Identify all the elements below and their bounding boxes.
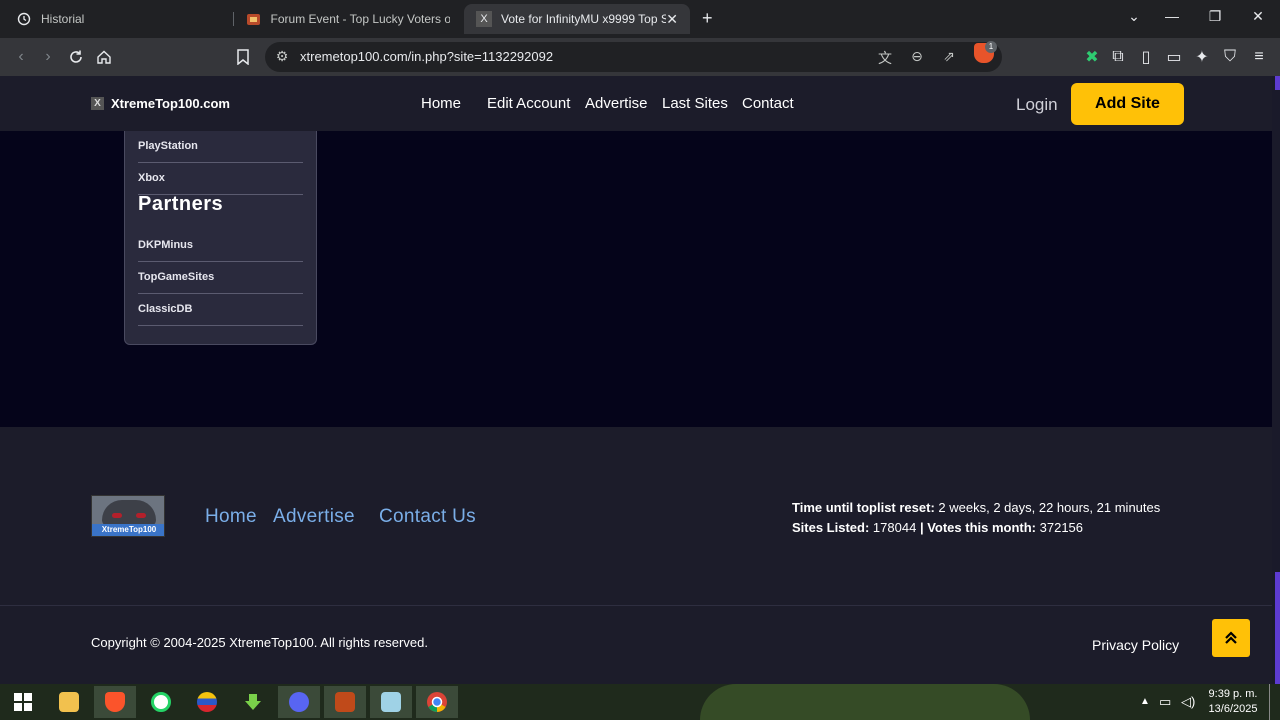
download-manager-icon[interactable]: [232, 686, 274, 718]
site-header: X XtremeTop100.com Home Edit Account Adv…: [0, 76, 1272, 131]
footer-link-contact-us[interactable]: Contact Us: [379, 506, 476, 528]
new-tab-icon[interactable]: +: [702, 8, 713, 29]
venezuela-flag-app-icon[interactable]: [186, 686, 228, 718]
wallpaper-peek: [700, 684, 1030, 720]
address-bar[interactable]: ⚙ xtremetop100.com/in.php?site=113229209…: [265, 42, 1002, 72]
copyright-text: Copyright © 2004-2025 XtremeTop100. All …: [91, 635, 428, 650]
browser-toolbar: ‹ › ⚙ xtremetop100.com/in.php?site=11322…: [0, 38, 1280, 76]
reset-value: 2 weeks, 2 days, 22 hours, 21 minutes: [938, 500, 1161, 515]
back-icon[interactable]: ‹: [10, 46, 32, 68]
game-launcher-icon[interactable]: [324, 686, 366, 718]
partner-link-topgamesites[interactable]: TopGameSites: [138, 262, 303, 294]
shield-count-badge: 1: [985, 41, 997, 53]
bookmark-icon[interactable]: [232, 46, 254, 68]
close-window-icon[interactable]: ✕: [1248, 8, 1268, 25]
chrome-icon[interactable]: [416, 686, 458, 718]
network-icon[interactable]: ▭: [1159, 694, 1171, 710]
scroll-to-top-button[interactable]: [1212, 619, 1250, 657]
discord-icon[interactable]: [278, 686, 320, 718]
reload-icon[interactable]: [65, 46, 87, 68]
privacy-policy-link[interactable]: Privacy Policy: [1092, 637, 1179, 653]
wallet-icon[interactable]: ▭: [1163, 46, 1185, 68]
nav-contact[interactable]: Contact: [742, 95, 794, 112]
logo-eye-left: [112, 513, 122, 518]
double-chevron-up-icon: [1225, 631, 1237, 644]
extensions-puzzle-icon[interactable]: ⧉: [1107, 46, 1129, 68]
tab-historial[interactable]: Historial: [4, 4, 232, 34]
minimize-icon[interactable]: —: [1162, 8, 1182, 24]
counts-line: Sites Listed: 178044 | Votes this month:…: [792, 518, 1160, 538]
sidebar-toggle-icon[interactable]: ▯: [1135, 46, 1157, 68]
forward-icon[interactable]: ›: [37, 46, 59, 68]
logo-band-text: XtremeTop100: [92, 524, 164, 536]
share-icon[interactable]: ⇗: [940, 48, 958, 65]
volume-icon[interactable]: ◁): [1181, 694, 1195, 710]
tab-vote-infinitymu[interactable]: X Vote for InfinityMU x9999 Top S3 ✕: [464, 4, 690, 34]
logo-text: XtremeTop100.com: [111, 96, 230, 111]
browser-tab-strip: Historial Forum Event - Top Lucky Voters…: [0, 0, 1280, 38]
leo-ai-icon[interactable]: ✦: [1191, 46, 1213, 68]
logo-face-graphic: [102, 500, 156, 526]
sites-label: Sites Listed:: [792, 520, 870, 535]
sidebar-card: PlayStation Xbox Partners DKPMinus TopGa…: [124, 131, 317, 345]
url-text[interactable]: xtremetop100.com/in.php?site=1132292092: [300, 49, 553, 64]
footer-divider: [0, 605, 1272, 606]
footer-link-home[interactable]: Home: [205, 506, 257, 528]
reset-line: Time until toplist reset: 2 weeks, 2 day…: [792, 498, 1160, 518]
tab-title: Forum Event - Top Lucky Voters of Ju: [270, 12, 450, 26]
nav-edit-account[interactable]: Edit Account: [487, 95, 570, 112]
login-link[interactable]: Login: [1016, 95, 1058, 115]
sites-value: 178044: [872, 520, 917, 535]
menu-icon[interactable]: ≡: [1248, 46, 1270, 68]
scrollbar-thumb[interactable]: [1275, 572, 1280, 684]
logo-x-icon: X: [91, 97, 104, 110]
tab-title: Historial: [41, 12, 85, 26]
sidebar-link-xbox[interactable]: Xbox: [138, 163, 303, 195]
clock-date: 13/6/2025: [1208, 703, 1258, 715]
reset-label: Time until toplist reset:: [792, 500, 935, 515]
system-clock[interactable]: 9:39 p. m. 13/6/2025: [1205, 687, 1261, 717]
translate-icon[interactable]: 文: [876, 48, 894, 68]
extension-x-icon[interactable]: ✖: [1081, 46, 1103, 68]
scrollbar-accent: [1275, 76, 1280, 90]
votes-value: 372156: [1039, 520, 1084, 535]
add-site-button[interactable]: Add Site: [1071, 83, 1184, 125]
forum-favicon: [246, 11, 262, 27]
whatsapp-icon[interactable]: [140, 686, 182, 718]
site-logo[interactable]: X XtremeTop100.com: [91, 96, 230, 111]
restore-icon[interactable]: ❐: [1205, 8, 1225, 25]
history-icon: [16, 11, 32, 27]
logo-eye-right: [136, 513, 146, 518]
site-footer: XtremeTop100 Home Advertise Contact Us T…: [0, 427, 1272, 684]
home-icon[interactable]: [93, 46, 115, 68]
votes-label: Votes this month:: [927, 520, 1037, 535]
nav-last-sites[interactable]: Last Sites: [662, 95, 728, 112]
start-button[interactable]: [2, 686, 44, 718]
tab-search-chevron-icon[interactable]: ⌄: [1124, 8, 1144, 25]
xtremetop-favicon: X: [476, 11, 492, 27]
partner-link-classicdb[interactable]: ClassicDB: [138, 294, 303, 326]
vpn-icon[interactable]: ⛉: [1219, 46, 1241, 68]
footer-link-advertise[interactable]: Advertise: [273, 506, 355, 528]
partner-link-dkpminus[interactable]: DKPMinus: [138, 230, 303, 262]
brave-browser-icon[interactable]: [94, 686, 136, 718]
sidebar-link-playstation[interactable]: PlayStation: [138, 131, 303, 163]
tab-title: Vote for InfinityMU x9999 Top S3: [501, 12, 666, 26]
stats-separator: |: [919, 520, 924, 535]
footer-logo[interactable]: XtremeTop100: [91, 495, 165, 537]
notes-app-icon[interactable]: [370, 686, 412, 718]
zoom-icon[interactable]: ⊖: [908, 48, 926, 65]
clock-time: 9:39 p. m.: [1208, 688, 1258, 700]
nav-advertise[interactable]: Advertise: [585, 95, 648, 112]
tab-forum-event[interactable]: Forum Event - Top Lucky Voters of Ju: [234, 4, 462, 34]
tray-overflow-icon[interactable]: ▲: [1140, 696, 1150, 707]
close-tab-icon[interactable]: ✕: [666, 11, 678, 28]
partners-heading: Partners: [138, 193, 224, 215]
windows-taskbar: ▲ ▭ ◁) 9:39 p. m. 13/6/2025: [0, 684, 1280, 720]
file-explorer-icon[interactable]: [48, 686, 90, 718]
site-info-icon[interactable]: ⚙: [273, 48, 291, 65]
nav-home[interactable]: Home: [421, 95, 461, 112]
show-desktop-button[interactable]: [1269, 684, 1270, 720]
toplist-stats: Time until toplist reset: 2 weeks, 2 day…: [792, 498, 1160, 538]
